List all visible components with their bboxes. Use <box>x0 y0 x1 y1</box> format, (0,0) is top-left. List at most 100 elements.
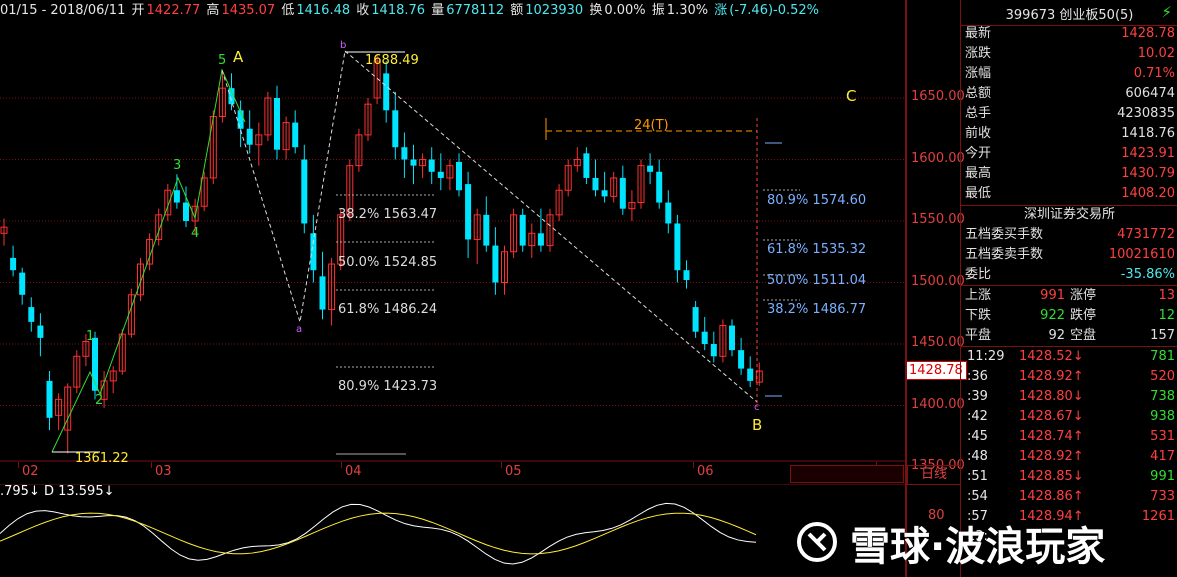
breadth-cell: 157 <box>1150 328 1175 343</box>
period-daily-button[interactable]: 日线 <box>907 465 961 485</box>
quote-row: 涨跌 10.02 <box>965 44 1175 64</box>
turnover-label: 换 <box>589 3 603 18</box>
quote-label: 委比 <box>965 267 992 282</box>
fib-left-618: 61.8% 1486.24 <box>338 302 437 317</box>
open-label: 开 <box>131 3 145 18</box>
candle-body <box>10 257 17 271</box>
candle-body <box>428 159 435 172</box>
candle-body <box>647 165 654 172</box>
tick-cell: 738 <box>1150 389 1175 404</box>
order-row: 五档委卖手数 10021610 <box>965 245 1175 265</box>
candle-body <box>383 73 390 111</box>
price-tick: 1600.00 <box>911 150 965 166</box>
wave-A-label: A <box>233 48 244 66</box>
quote-panel: 399673 创业板50(5) ⚡ 最新 1428.78 涨跌 10.02 涨幅 0.71% 总… <box>960 0 1177 577</box>
candle-body <box>583 153 590 178</box>
tick-cell: 1428.74↑ <box>1019 429 1084 444</box>
low-price-label: 1361.22 <box>75 451 129 462</box>
breadth-cell: 下跌 <box>965 308 992 323</box>
breadth-cell: 991 <box>1040 288 1065 303</box>
breadth-cell: 跌停 <box>1070 308 1097 323</box>
wave-3-label: 3 <box>173 158 181 173</box>
candle-body <box>701 331 708 344</box>
tick-cell: 1428.67↓ <box>1019 409 1084 424</box>
lightning-icon[interactable]: ⚡ <box>1161 3 1172 21</box>
breadth-cell: 平盘 <box>965 328 992 343</box>
candle-body <box>173 190 180 203</box>
current-price-tag: 1428.78 <box>905 361 967 380</box>
change-label: 涨 <box>714 3 728 18</box>
tick-cell: 1428.85↓ <box>1019 469 1084 484</box>
kdj-indicator-chart <box>0 484 905 565</box>
quote-info-bar: 01/15 - 2018/06/11 开 1422.77 高 1435.07 低 14… <box>0 0 905 22</box>
low-value: 1416.48 <box>296 3 351 18</box>
indicator-values: .795↓ D 13.595↓ <box>0 484 115 499</box>
candle-body <box>183 202 189 221</box>
tick-cell: :54 <box>967 489 988 504</box>
quote-label: 最高 <box>965 166 992 181</box>
wave-2-label: 2 <box>95 393 103 408</box>
tick-row: :51 1428.85↓ 991 <box>963 467 1175 487</box>
tick-cell: :48 <box>967 449 988 464</box>
fib-left-382: 38.2% 1563.47 <box>338 207 437 222</box>
wave-1-label: 1 <box>86 329 94 344</box>
xueqiu-logo-icon <box>797 522 837 562</box>
tick-cell: 417 <box>1150 449 1175 464</box>
wave-a-label: a <box>296 324 302 335</box>
quote-value: 1428.78 <box>1121 26 1175 41</box>
candle-body <box>619 177 626 209</box>
price-tick: 1450.00 <box>911 335 965 350</box>
candle-body <box>710 344 717 357</box>
price-tick: 1400.00 <box>911 396 965 412</box>
quote-label: 五档委卖手数 <box>965 247 1044 262</box>
tick-cell: :36 <box>967 369 988 384</box>
candle-body <box>656 171 663 203</box>
tick-row: 11:29 1428.52↓ 781 <box>963 347 1175 367</box>
candle-body <box>465 184 472 240</box>
breadth-cell: 上涨 <box>965 288 992 303</box>
candle-body <box>401 147 408 160</box>
candle-body <box>319 276 326 310</box>
tick-row: :45 1428.74↑ 531 <box>963 427 1175 447</box>
breadth-cell: 13 <box>1158 288 1175 303</box>
candle-body <box>729 325 735 351</box>
candle-body <box>747 368 754 381</box>
candle-body <box>692 307 699 332</box>
candle-body <box>674 223 681 271</box>
amount-label: 额 <box>510 3 524 18</box>
quote-value: -35.86% <box>1120 267 1175 282</box>
watermark-text: 雪球·波浪玩家 <box>850 524 1106 570</box>
candle-body <box>519 214 526 246</box>
fib-right-500: 50.0% 1511.04 <box>767 273 866 288</box>
quote-label: 涨幅 <box>965 66 992 81</box>
chart-scrollbar[interactable] <box>790 465 904 483</box>
wave-c-label: c <box>754 402 760 413</box>
candle-body <box>601 190 608 197</box>
amplitude-label: 振 <box>651 3 665 18</box>
fib-left-500: 50.0% 1524.85 <box>338 255 437 270</box>
breadth-cell: 12 <box>1158 308 1175 323</box>
tick-cell: 733 <box>1150 489 1175 504</box>
quote-row: 总额 606474 <box>965 84 1175 104</box>
tick-cell: 1428.86↑ <box>1019 489 1084 504</box>
candle-body <box>301 159 308 224</box>
chart-text: 1 2 3 4 5 A B Ca b c 1361.22 1688.49 38.2% 1563.47 50… <box>75 40 866 462</box>
quote-label: 最新 <box>965 26 992 41</box>
tick-cell: 11:29 <box>967 349 1005 364</box>
quote-row: 涨幅 0.71% <box>965 64 1175 84</box>
quote-row: 最新 1428.78 <box>965 24 1175 44</box>
tick-row: :48 1428.92↑ 417 <box>963 447 1175 467</box>
breadth-cell: 922 <box>1040 308 1065 323</box>
candlestick-chart[interactable]: 1 2 3 4 5 A B Ca b c 1361.22 1688.49 38.2% 1563.47 50… <box>0 22 905 462</box>
high-label: 高 <box>206 3 220 18</box>
candle-body <box>592 177 599 191</box>
price-axis: 1650.00 1600.00 1550.00 1500.00 1450.00 1400.… <box>907 22 965 473</box>
panel-divider <box>905 0 907 577</box>
volume-value: 6778112 <box>446 3 505 18</box>
candle-body <box>456 161 462 191</box>
quote-value: 1418.76 <box>1121 126 1175 141</box>
tick-cell: 1428.92↑ <box>1019 369 1084 384</box>
instrument-title: 399673 创业板50(5) <box>1005 8 1134 23</box>
quote-label: 总手 <box>965 106 992 121</box>
date-axis: 020304050607 <box>0 462 905 484</box>
